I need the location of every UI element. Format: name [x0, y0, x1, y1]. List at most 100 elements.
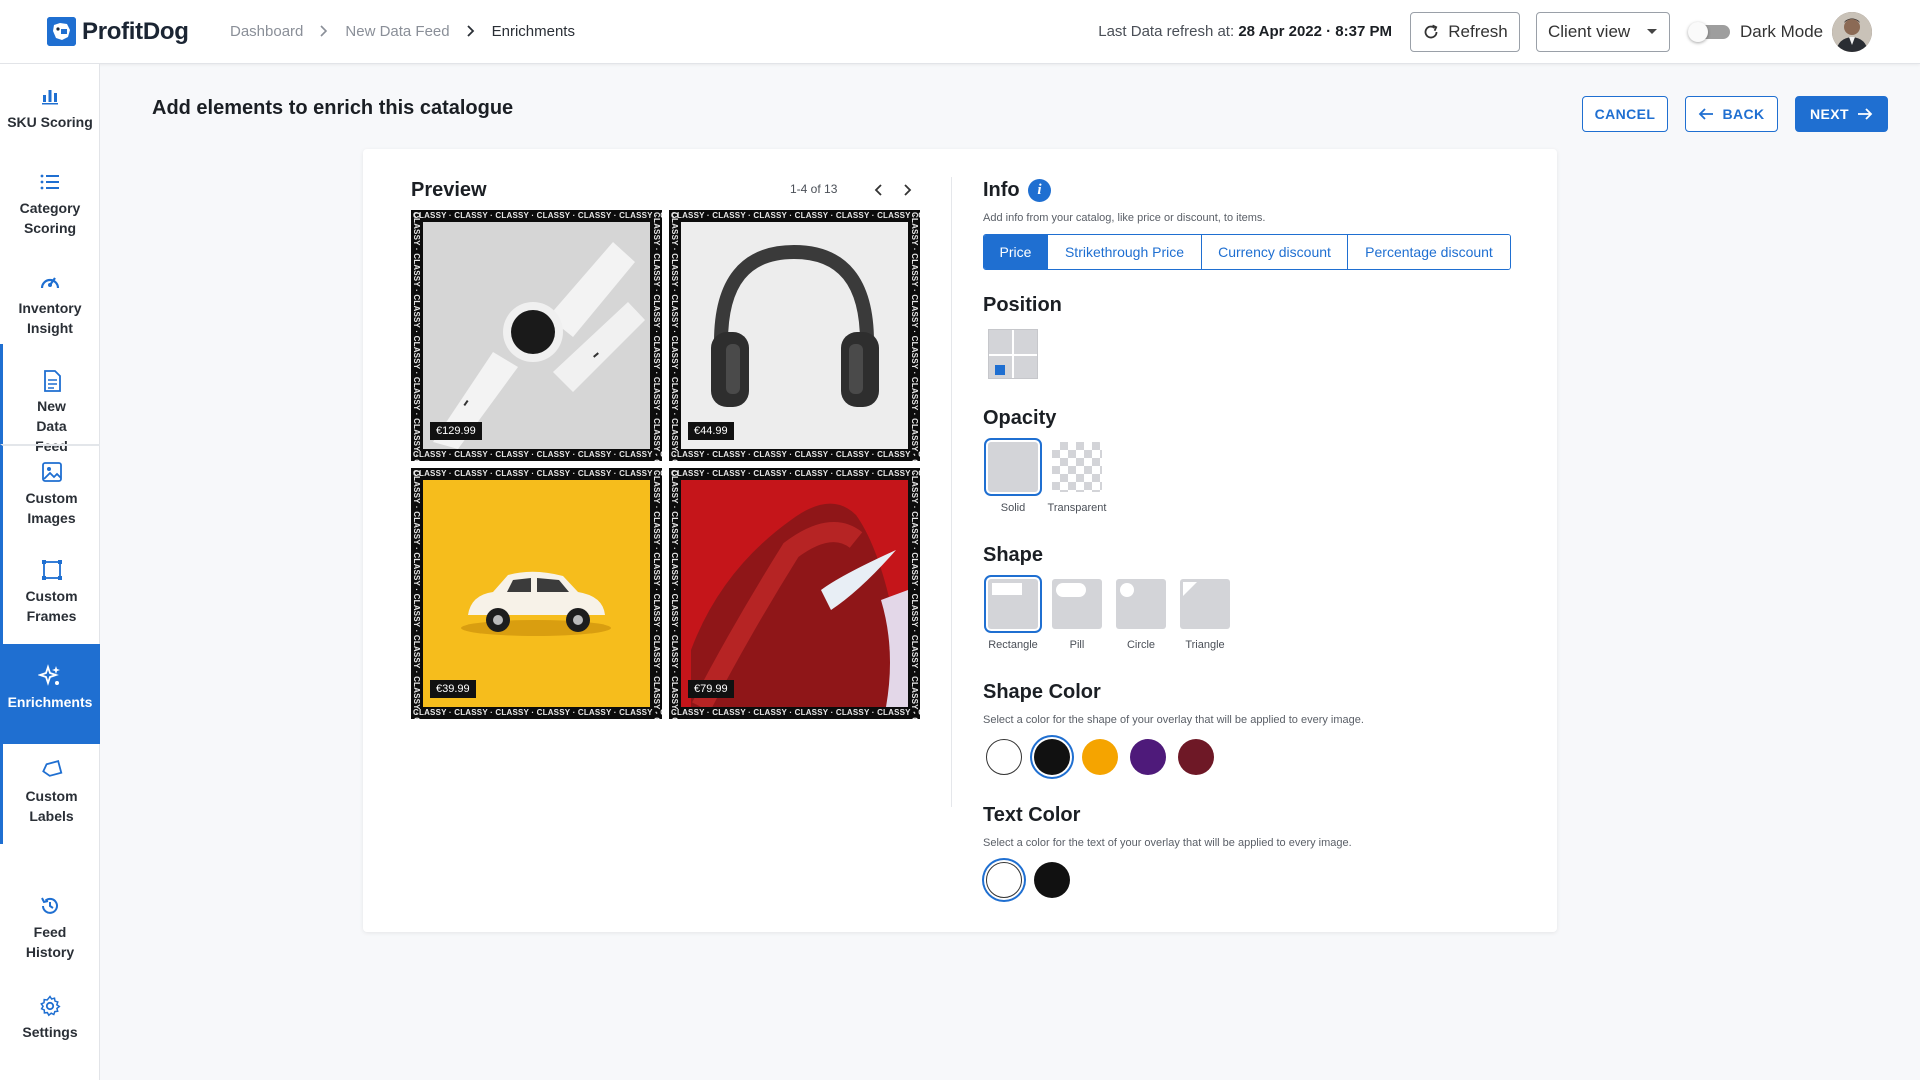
- position-picker[interactable]: [988, 329, 1038, 379]
- product-image-sneaker: [681, 480, 908, 707]
- sidebar-item-enrichments[interactable]: Enrichments: [0, 644, 100, 744]
- cancel-button[interactable]: CANCEL: [1582, 96, 1668, 132]
- shape-rectangle-option[interactable]: [984, 575, 1042, 633]
- last-refresh-label: Last Data refresh at:: [1098, 23, 1235, 40]
- dark-mode-toggle[interactable]: [1688, 22, 1730, 42]
- frame-text-left: CLASSY · CLASSY · CLASSY · CLASSY · CLAS…: [411, 212, 421, 461]
- frame-text-bottom: CLASSY · CLASSY · CLASSY · CLASSY · CLAS…: [671, 450, 920, 459]
- sidebar-item-new-data-feed[interactable]: New Data Feed: [0, 344, 100, 454]
- tab-currency-discount[interactable]: Currency discount: [1202, 235, 1348, 269]
- sidebar-item-custom-frames[interactable]: Custom Frames: [0, 544, 100, 644]
- frame-icon: [41, 558, 63, 582]
- preview-tile-sneaker[interactable]: €79.99 CLASSY · CLASSY · CLASSY · CLASSY…: [669, 468, 920, 719]
- panel-divider: [951, 177, 952, 807]
- price-tag: €79.99: [688, 680, 734, 698]
- document-icon: [43, 370, 61, 392]
- gauge-icon: [39, 270, 61, 294]
- preview-tile-headphones[interactable]: €44.99 CLASSY · CLASSY · CLASSY · CLASSY…: [669, 210, 920, 461]
- tab-price[interactable]: Price: [984, 235, 1048, 269]
- shape-color-description: Select a color for the shape of your ove…: [983, 714, 1364, 726]
- bar-chart-icon: [41, 84, 59, 108]
- rectangle-shape-icon: [992, 583, 1022, 595]
- shape-color-swatch-purple[interactable]: [1130, 739, 1166, 775]
- shape-color-swatch-maroon[interactable]: [1178, 739, 1214, 775]
- sidebar-item-label: Category Scoring: [19, 200, 81, 236]
- frame-text-bottom: CLASSY · CLASSY · CLASSY · CLASSY · CLAS…: [413, 708, 662, 717]
- shape-color-title: Shape Color: [983, 681, 1101, 703]
- last-refresh-info: Last Data refresh at: 28 Apr 2022 · 8:37…: [1098, 23, 1392, 40]
- chevron-right-icon[interactable]: [898, 181, 916, 199]
- refresh-button[interactable]: Refresh: [1410, 12, 1520, 52]
- frame-text-left: CLASSY · CLASSY · CLASSY · CLASSY · CLAS…: [669, 470, 679, 719]
- pill-shape-icon: [1056, 583, 1086, 597]
- opacity-solid-option[interactable]: [984, 438, 1042, 496]
- text-color-description: Select a color for the text of your over…: [983, 837, 1352, 849]
- price-tag: €44.99: [688, 422, 734, 440]
- info-type-tabs: Price Strikethrough Price Currency disco…: [983, 234, 1511, 270]
- arrow-left-icon: [1699, 108, 1714, 120]
- frame-text-right: CLASSY · CLASSY · CLASSY · CLASSY · CLAS…: [909, 470, 919, 719]
- sidebar-item-label: Custom Labels: [25, 788, 78, 824]
- shape-color-swatch-white[interactable]: [986, 739, 1022, 775]
- frame-text-right: CLASSY · CLASSY · CLASSY · CLASSY · CLAS…: [651, 470, 661, 719]
- sidebar-item-custom-labels[interactable]: Custom Labels: [0, 744, 100, 844]
- text-color-swatch-black[interactable]: [1034, 862, 1070, 898]
- position-selected-cell[interactable]: [995, 365, 1005, 375]
- circle-shape-icon: [1120, 583, 1134, 597]
- opacity-title: Opacity: [983, 407, 1057, 429]
- refresh-button-label: Refresh: [1448, 22, 1508, 41]
- user-avatar[interactable]: [1832, 12, 1872, 52]
- shape-color-swatch-black[interactable]: [1034, 739, 1070, 775]
- position-title: Position: [983, 294, 1062, 316]
- sidebar-item-settings[interactable]: Settings: [0, 984, 100, 1064]
- dark-mode-label: Dark Mode: [1740, 22, 1824, 41]
- shape-title: Shape: [983, 544, 1044, 566]
- sidebar-item-label: Enrichments: [7, 694, 93, 710]
- frame-text-right: CLASSY · CLASSY · CLASSY · CLASSY · CLAS…: [909, 212, 919, 461]
- cancel-button-label: CANCEL: [1594, 106, 1656, 122]
- toggle-knob: [1688, 22, 1708, 42]
- frame-text-bottom: CLASSY · CLASSY · CLASSY · CLASSY · CLAS…: [671, 708, 920, 717]
- next-button[interactable]: NEXT: [1795, 96, 1888, 132]
- text-color-swatch-white[interactable]: [986, 862, 1022, 898]
- shape-pill-option[interactable]: [1052, 579, 1102, 629]
- tab-strikethrough-price[interactable]: Strikethrough Price: [1048, 235, 1202, 269]
- breadcrumb-new-data-feed[interactable]: New Data Feed: [345, 23, 449, 40]
- arrow-right-icon: [1857, 108, 1873, 120]
- shape-circle-option[interactable]: [1116, 579, 1166, 629]
- back-button-label: BACK: [1722, 106, 1765, 122]
- back-button[interactable]: BACK: [1685, 96, 1778, 132]
- triangle-shape-icon: [1183, 582, 1197, 596]
- frame-text-left: CLASSY · CLASSY · CLASSY · CLASSY · CLAS…: [669, 212, 679, 461]
- sidebar-item-feed-history[interactable]: Feed History: [0, 884, 100, 984]
- info-title: Info: [983, 179, 1020, 201]
- client-view-select[interactable]: Client view: [1536, 12, 1670, 52]
- sidebar-item-sku-scoring[interactable]: SKU Scoring: [0, 78, 100, 164]
- shape-option-label: Triangle: [1185, 639, 1225, 651]
- sidebar-item-label: SKU Scoring: [7, 114, 93, 130]
- sidebar-item-category-scoring[interactable]: Category Scoring: [0, 160, 100, 260]
- chevron-right-icon: [320, 25, 328, 37]
- chevron-right-icon: [466, 25, 474, 37]
- client-view-value: Client view: [1548, 22, 1631, 41]
- frame-text-bottom: CLASSY · CLASSY · CLASSY · CLASSY · CLAS…: [413, 450, 662, 459]
- frame-text-right: CLASSY · CLASSY · CLASSY · CLASSY · CLAS…: [651, 212, 661, 461]
- shape-triangle-option[interactable]: [1180, 579, 1230, 629]
- shape-color-swatch-orange[interactable]: [1082, 739, 1118, 775]
- gear-icon: [39, 994, 61, 1018]
- preview-tile-watch[interactable]: €129.99 CLASSY · CLASSY · CLASSY · CLASS…: [411, 210, 662, 461]
- sidebar-item-custom-images[interactable]: Custom Images: [0, 444, 100, 544]
- list-icon: [40, 170, 60, 194]
- product-image-headphones: [681, 222, 908, 449]
- opacity-transparent-option[interactable]: [1052, 442, 1102, 492]
- preview-tile-car[interactable]: €39.99 CLASSY · CLASSY · CLASSY · CLASSY…: [411, 468, 662, 719]
- chevron-left-icon[interactable]: [870, 181, 888, 199]
- dog-logo-icon: [47, 17, 76, 46]
- last-refresh-value: 28 Apr 2022 · 8:37 PM: [1238, 23, 1392, 40]
- app-logo[interactable]: ProfitDog: [47, 17, 189, 46]
- frame-text-top: CLASSY · CLASSY · CLASSY · CLASSY · CLAS…: [413, 469, 662, 478]
- info-icon[interactable]: i: [1028, 179, 1051, 202]
- tab-percentage-discount[interactable]: Percentage discount: [1348, 235, 1510, 269]
- breadcrumb-dashboard[interactable]: Dashboard: [230, 23, 303, 40]
- frame-text-top: CLASSY · CLASSY · CLASSY · CLASSY · CLAS…: [671, 469, 920, 478]
